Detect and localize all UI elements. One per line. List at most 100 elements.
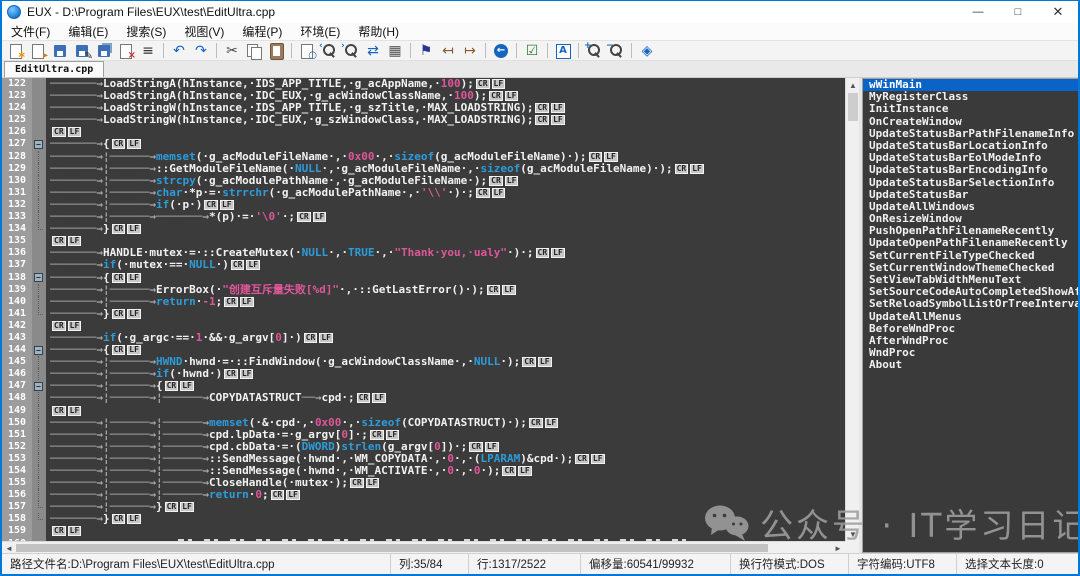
symbol-item-updatestatusbar[interactable]: UpdateStatusBar [863,189,1078,201]
vertical-scroll-thumb[interactable] [848,93,858,121]
fold-margin[interactable] [32,429,46,441]
fold-margin[interactable] [32,477,46,489]
symbol-item-myregisterclass[interactable]: MyRegisterClass [863,91,1078,103]
symbol-item-wndproc[interactable]: WndProc [863,347,1078,359]
about-button[interactable]: ◈ [636,41,658,61]
symbol-item-updatestatusbareolmodeinfo[interactable]: UpdateStatusBarEolModeInfo [863,152,1078,164]
fold-margin[interactable] [32,501,46,513]
zoom-in-button[interactable]: + [583,41,605,61]
fold-margin[interactable] [32,187,46,199]
fold-margin[interactable] [32,525,46,537]
symbol-item-onresizewindow[interactable]: OnResizeWindow [863,213,1078,225]
find-next-button[interactable]: › [340,41,362,61]
copy-button[interactable] [243,41,265,61]
fold-margin[interactable] [32,465,46,477]
fold-margin[interactable] [32,441,46,453]
symbol-item-setsourcecodeautocompletedshowafter[interactable]: SetSourceCodeAutoCompletedShowAfter [863,286,1078,298]
redo-button[interactable]: ↷ [190,41,212,61]
find-button[interactable]: ○ [296,41,318,61]
fold-margin[interactable] [32,332,46,344]
fold-margin[interactable] [32,368,46,380]
fold-collapse-icon[interactable]: − [34,382,43,391]
fold-margin[interactable] [32,163,46,175]
navigate-back-button[interactable]: ← [490,41,512,61]
menu-item-2[interactable]: 搜索(S) [117,23,175,41]
fold-margin[interactable] [32,90,46,102]
symbol-item-updateopenpathfilenamerecently[interactable]: UpdateOpenPathFilenameRecently [863,237,1078,249]
bookmark-button[interactable]: ⚑ [415,41,437,61]
close-button[interactable]: ✕ [1038,1,1078,23]
symbol-item-about[interactable]: About [863,359,1078,371]
fold-margin[interactable] [32,235,46,247]
symbol-item-pushopenpathfilenamerecently[interactable]: PushOpenPathFilenameRecently [863,225,1078,237]
fold-margin[interactable] [32,308,46,320]
symbol-item-updatestatusbarselectioninfo[interactable]: UpdateStatusBarSelectionInfo [863,177,1078,189]
fold-margin[interactable] [32,284,46,296]
menu-item-5[interactable]: 环境(E) [291,23,349,41]
fold-collapse-icon[interactable]: − [34,140,43,149]
save-all-button[interactable] [93,41,115,61]
fold-margin[interactable] [32,259,46,271]
fold-margin[interactable] [32,405,46,417]
new-file-button[interactable]: ∗ [5,41,27,61]
fold-margin[interactable] [32,126,46,138]
symbol-item-oncreatewindow[interactable]: OnCreateWindow [863,116,1078,128]
maximize-button[interactable]: □ [998,1,1038,23]
menu-item-1[interactable]: 编辑(E) [59,23,117,41]
fold-margin[interactable] [32,453,46,465]
scroll-up-arrow-icon[interactable]: ▲ [846,78,860,92]
fold-margin[interactable] [32,489,46,501]
fold-margin[interactable] [32,513,46,525]
symbol-item-setcurrentwindowthemechecked[interactable]: SetCurrentWindowThemeChecked [863,262,1078,274]
fold-margin[interactable]: − [32,138,46,150]
scroll-down-arrow-icon[interactable]: ▼ [846,527,860,541]
menu-item-0[interactable]: 文件(F) [2,23,59,41]
fold-collapse-icon[interactable]: − [34,346,43,355]
next-bookmark-button[interactable]: ↦ [459,41,481,61]
paste-button[interactable] [265,41,287,61]
symbol-item-beforewndproc[interactable]: BeforeWndProc [863,323,1078,335]
symbol-list-button[interactable]: ☑ [521,41,543,61]
save-file-as-button[interactable]: ✎ [71,41,93,61]
symbol-item-updatestatusbarencodinginfo[interactable]: UpdateStatusBarEncodingInfo [863,164,1078,176]
fold-margin[interactable] [32,175,46,187]
symbol-item-afterwndproc[interactable]: AfterWndProc [863,335,1078,347]
fold-margin[interactable] [32,392,46,404]
menu-item-6[interactable]: 帮助(H) [349,23,408,41]
fold-margin[interactable] [32,320,46,332]
editor-horizontal-scrollbar[interactable]: ◄ ► [2,541,845,553]
code-editor[interactable]: 122───────→LoadStringA(hInstance,·IDS_AP… [2,78,845,541]
horizontal-scroll-thumb[interactable] [16,544,768,552]
fold-margin[interactable] [32,114,46,126]
fold-margin[interactable] [32,78,46,90]
fold-margin[interactable] [32,199,46,211]
close-file-button[interactable]: × [115,41,137,61]
fold-margin[interactable] [32,296,46,308]
fold-margin[interactable] [32,223,46,235]
tab-editultra-cpp[interactable]: EditUltra.cpp [4,61,104,77]
fold-margin[interactable] [32,417,46,429]
symbol-item-wwinmain[interactable]: wWinMain [863,79,1078,91]
minimize-button[interactable]: — [958,1,998,23]
menu-item-3[interactable]: 视图(V) [175,23,233,41]
symbol-item-updatestatusbarpathfilenameinfo[interactable]: UpdateStatusBarPathFilenameInfo [863,128,1078,140]
symbol-item-updatestatusbarlocationinfo[interactable]: UpdateStatusBarLocationInfo [863,140,1078,152]
fold-margin[interactable] [32,151,46,163]
menu-item-4[interactable]: 编程(P) [233,23,291,41]
fold-margin[interactable] [32,102,46,114]
symbol-item-updateallwindows[interactable]: UpdateAllWindows [863,201,1078,213]
fold-margin[interactable] [32,356,46,368]
save-file-button[interactable] [49,41,71,61]
zoom-out-button[interactable]: − [605,41,627,61]
find-in-files-button[interactable]: ▦ [384,41,406,61]
fold-margin[interactable]: − [32,380,46,392]
open-file-button[interactable]: ▸ [27,41,49,61]
editor-vertical-scrollbar[interactable]: ▲ ▼ [845,78,859,541]
syntax-theme-button[interactable]: A [552,41,574,61]
fold-collapse-icon[interactable]: − [34,273,43,282]
fold-margin[interactable]: − [32,272,46,284]
file-list-button[interactable]: ≡ [137,41,159,61]
fold-margin[interactable]: − [32,344,46,356]
undo-button[interactable]: ↶ [168,41,190,61]
symbol-item-updateallmenus[interactable]: UpdateAllMenus [863,311,1078,323]
